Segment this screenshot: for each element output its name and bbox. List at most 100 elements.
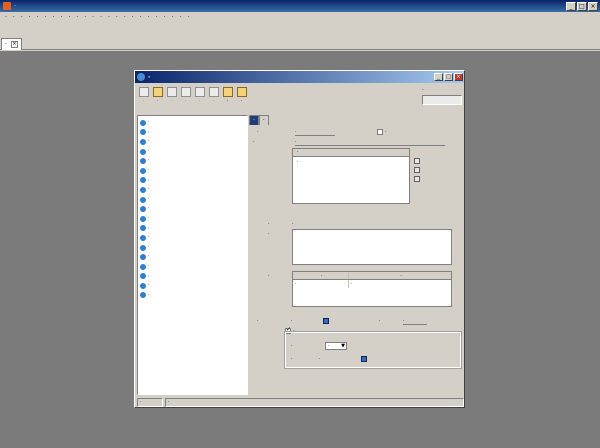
value-cell[interactable]: · bbox=[349, 280, 451, 288]
menu-item[interactable]: · bbox=[73, 13, 81, 23]
event-icon bbox=[140, 186, 146, 193]
menu-item[interactable]: · bbox=[57, 13, 65, 23]
toolbar-button[interactable]: · bbox=[207, 87, 220, 113]
tab-personal-center[interactable]: · × bbox=[1, 38, 22, 50]
menu-item[interactable]: · bbox=[50, 13, 58, 23]
start-date-value[interactable]: · bbox=[291, 318, 293, 324]
dialog-title-bar[interactable]: · _ □ × bbox=[135, 71, 464, 83]
list-item[interactable]: · bbox=[140, 262, 245, 272]
list-item[interactable]: · bbox=[140, 243, 245, 253]
toolbar-label: · bbox=[198, 98, 201, 104]
list-item-label: · bbox=[148, 119, 150, 125]
condition-cell[interactable]: · bbox=[293, 280, 349, 288]
menu-item[interactable]: · bbox=[10, 13, 18, 23]
list-item[interactable]: · bbox=[140, 137, 245, 147]
menu-item[interactable]: · bbox=[18, 13, 26, 23]
list-item[interactable]: · bbox=[140, 291, 245, 301]
event-icon bbox=[140, 215, 146, 222]
dialog-minimize-icon[interactable]: _ bbox=[434, 73, 443, 81]
search-label: · bbox=[422, 87, 424, 94]
condition-label: · bbox=[268, 273, 270, 279]
msg-title-label: · bbox=[268, 221, 270, 227]
menu-item[interactable]: · bbox=[153, 13, 161, 23]
msg-content-textarea[interactable] bbox=[292, 229, 452, 265]
list-item-label: · bbox=[148, 205, 150, 212]
detail-panel: · · · · · · · · · · · · · · · · · · · · … bbox=[249, 115, 463, 395]
menu-item[interactable]: · bbox=[97, 13, 105, 23]
enabled-checkbox[interactable] bbox=[377, 129, 383, 135]
toolbar-button[interactable]: · bbox=[235, 87, 248, 113]
pick-user-icon[interactable] bbox=[414, 158, 420, 164]
menu-item[interactable]: · bbox=[129, 13, 137, 23]
search-input[interactable] bbox=[422, 95, 462, 105]
list-item[interactable]: · bbox=[140, 224, 245, 234]
list-item[interactable]: · bbox=[140, 272, 245, 282]
list-item-label: · bbox=[148, 186, 150, 193]
event-icon bbox=[140, 273, 146, 280]
list-item[interactable]: · bbox=[140, 204, 245, 214]
tab-close-icon[interactable]: × bbox=[10, 41, 18, 48]
value-col-header: · bbox=[400, 273, 402, 279]
event-icon bbox=[140, 263, 146, 270]
list-item[interactable]: · bbox=[140, 176, 245, 186]
minimize-icon[interactable]: _ bbox=[566, 1, 576, 11]
tab-basic-data[interactable]: · bbox=[249, 115, 259, 125]
menu-item[interactable]: · bbox=[113, 13, 121, 23]
maximize-icon[interactable]: □ bbox=[577, 1, 587, 11]
menu-item[interactable]: · bbox=[168, 13, 176, 23]
toolbar-button[interactable]: · bbox=[151, 87, 164, 113]
menu-item[interactable]: · bbox=[137, 13, 145, 23]
menu-item[interactable]: · bbox=[65, 13, 73, 23]
list-item[interactable]: · bbox=[140, 185, 245, 195]
menu-item[interactable]: · bbox=[176, 13, 184, 23]
menu-item[interactable]: · bbox=[184, 13, 192, 23]
toolbar-button[interactable]: · bbox=[193, 87, 206, 113]
list-item[interactable]: · bbox=[140, 147, 245, 157]
recipients-list[interactable]: · bbox=[292, 156, 410, 204]
toolbar-button[interactable]: · bbox=[137, 87, 150, 113]
add-icon[interactable] bbox=[414, 167, 420, 173]
list-item[interactable]: · bbox=[140, 214, 245, 224]
tab-data-browse[interactable]: · bbox=[258, 115, 269, 125]
cycle-group bbox=[284, 331, 462, 369]
list-item[interactable]: · bbox=[140, 166, 245, 176]
menu-item[interactable]: · bbox=[81, 13, 89, 23]
menu-item[interactable]: · bbox=[2, 13, 10, 23]
list-item[interactable]: · bbox=[140, 118, 245, 128]
dialog-maximize-icon[interactable]: □ bbox=[444, 73, 453, 81]
menu-item[interactable]: · bbox=[105, 13, 113, 23]
recipient-item[interactable]: · bbox=[297, 159, 299, 165]
event-icon bbox=[140, 129, 146, 136]
list-item[interactable]: · bbox=[140, 281, 245, 291]
prompt-name-label: · bbox=[253, 139, 255, 145]
list-item[interactable]: · bbox=[140, 195, 245, 205]
toolbar-button[interactable]: · bbox=[179, 87, 192, 113]
menu-item[interactable]: · bbox=[145, 13, 153, 23]
toolbar-label: · bbox=[226, 98, 229, 104]
dialog-close-icon[interactable]: × bbox=[454, 73, 463, 81]
menu-item[interactable]: · bbox=[121, 13, 129, 23]
list-item[interactable]: · bbox=[140, 128, 245, 138]
list-item[interactable]: · bbox=[140, 233, 245, 243]
menu-item[interactable]: · bbox=[34, 13, 42, 23]
list-item-label: · bbox=[148, 147, 150, 154]
msg-title-value[interactable]: · bbox=[292, 221, 294, 227]
app-title-bar: · _ □ × bbox=[0, 0, 600, 12]
menu-item[interactable]: · bbox=[160, 13, 168, 23]
cycle-mode-select[interactable]: · ▼ bbox=[325, 342, 347, 350]
list-item[interactable]: · bbox=[140, 252, 245, 262]
calendar-icon[interactable] bbox=[323, 318, 329, 324]
event-icon bbox=[140, 282, 146, 289]
message-event-dialog: · _ □ × · · · · · · · · · · · · · · · · · · · · · · · · · · · · ·… bbox=[134, 70, 465, 408]
remove-icon[interactable] bbox=[414, 176, 420, 182]
table-row[interactable]: · · bbox=[293, 280, 451, 288]
close-icon[interactable]: × bbox=[588, 1, 598, 11]
toolbar-button[interactable]: · bbox=[221, 87, 234, 113]
toolbar-button[interactable]: · bbox=[165, 87, 178, 113]
menu-item[interactable]: · bbox=[89, 13, 97, 23]
list-item[interactable]: · bbox=[140, 156, 245, 166]
menu-item[interactable]: · bbox=[42, 13, 50, 23]
end-date-value[interactable]: · bbox=[319, 356, 321, 362]
end-calendar-icon[interactable] bbox=[361, 356, 367, 362]
menu-item[interactable]: · bbox=[26, 13, 34, 23]
